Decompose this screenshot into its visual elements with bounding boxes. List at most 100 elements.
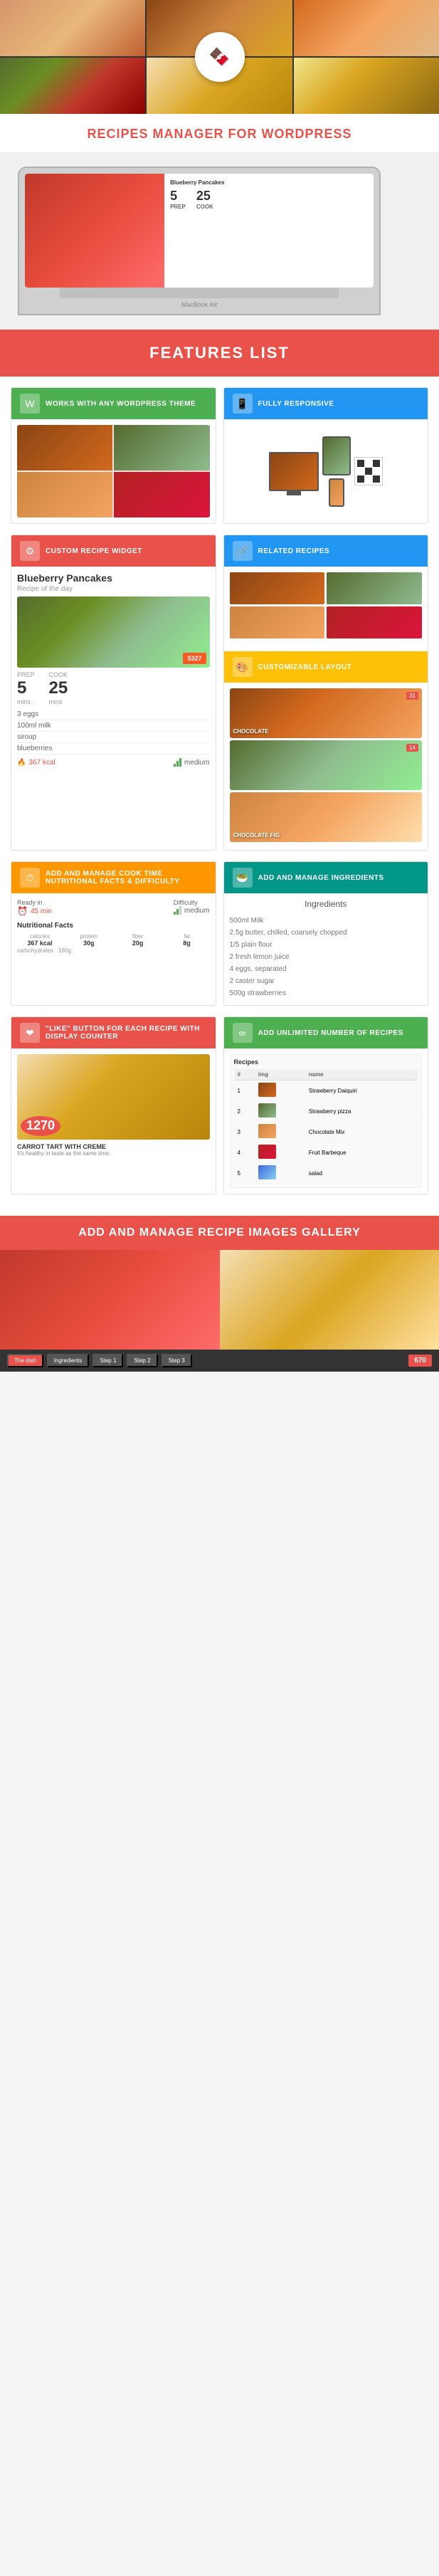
feature-header-responsive: 📱 FULLY RESPONSIVE xyxy=(224,388,428,419)
feature-unlimited-title: ADD UNLIMITED NUMBER OF RECIPES xyxy=(258,1029,403,1037)
nf-fat: fat 8g xyxy=(164,933,210,947)
gallery-nav-step1[interactable]: Step 1 xyxy=(92,1354,123,1367)
wp-img-2 xyxy=(114,425,209,470)
table-head: # img name xyxy=(234,1069,418,1081)
feature-cooktime-title: ADD AND MANAGE COOK TIME NUTRITIONAL FAC… xyxy=(46,870,207,885)
bars-icon xyxy=(174,758,181,767)
recipe-prep: PREP 5 mins xyxy=(17,671,35,705)
gallery-nav-step2[interactable]: Step 2 xyxy=(127,1354,157,1367)
row-name: Strawberry Daiquiri xyxy=(305,1081,418,1101)
feature-row-3: ⏱ ADD AND MANAGE COOK TIME NUTRITIONAL F… xyxy=(11,861,428,1006)
nf-carbs-label: carbohydrates xyxy=(17,947,53,954)
gallery-nav-dish[interactable]: The dish xyxy=(7,1354,43,1367)
chef-icon: 🍫 xyxy=(209,47,231,68)
related-recipe-3 xyxy=(230,606,325,638)
cook-unit: mins xyxy=(49,698,68,705)
nf-calories-value: 367 kcal xyxy=(17,940,63,947)
related-recipe-4 xyxy=(327,606,422,638)
gallery-nav-ingredients[interactable]: Ingredients xyxy=(47,1354,90,1367)
macbook-cook-value: 25 xyxy=(196,189,213,204)
qr-cell xyxy=(357,460,364,467)
related-recipe-1 xyxy=(230,572,325,604)
recipe-card-name: Blueberry Pancakes xyxy=(17,572,210,584)
feature-box-related: 🔗 RELATED RECIPES 🎨 CUSTOMIZABLE LAYOUT xyxy=(223,535,429,851)
hero-image-4 xyxy=(0,58,145,114)
ingredient-2: 100ml milk xyxy=(17,720,210,732)
tart-subtitle: It's healthy in taste as the same time. xyxy=(17,1150,210,1157)
table-row: 1 Strawberry Daiquiri xyxy=(234,1081,418,1101)
thumb-img-1 xyxy=(258,1083,276,1097)
row-thumb xyxy=(255,1081,305,1101)
clock-icon: ⏰ xyxy=(17,906,28,916)
layout-badge-2: 14 xyxy=(406,744,418,752)
row-thumb xyxy=(255,1101,305,1122)
device-phone xyxy=(329,478,344,507)
recipes-table: # img name 1 Strawberry Daiquiri xyxy=(234,1069,418,1184)
feature-box-cooktime: ⏱ ADD AND MANAGE COOK TIME NUTRITIONAL F… xyxy=(11,861,216,1006)
responsive-devices xyxy=(230,425,423,517)
table-row: 5 salad xyxy=(234,1163,418,1184)
tart-like-count: 1270 xyxy=(21,1116,60,1136)
feature-box-wordpress: W WORKS WITH ANY WORDPRESS THEME xyxy=(11,387,216,524)
hero-image-3 xyxy=(294,0,439,56)
prep-value: 5 xyxy=(17,678,35,698)
ing-5: 4 eggs, separated xyxy=(230,963,423,975)
macbook-stats: 5 PREP 25 COOK xyxy=(170,189,368,210)
row-thumb xyxy=(255,1163,305,1184)
feature-layout-content: 31 CHOCOLATE 14 CHOCOLATE FIG xyxy=(224,683,428,850)
ing-2: 2.5g butter, chilled, coarsely chopped xyxy=(230,927,423,939)
layout-item-3: CHOCOLATE FIG xyxy=(230,792,423,842)
nf-fiber: fiber 20g xyxy=(115,933,161,947)
recipe-badge: 5327 xyxy=(183,653,206,664)
custom-layout-preview: 31 CHOCOLATE 14 CHOCOLATE FIG xyxy=(230,688,423,842)
nf-fat-label: fat xyxy=(164,933,210,940)
thumb-img-5 xyxy=(258,1165,276,1179)
gallery-img-left xyxy=(0,1250,220,1350)
macbook-prep-value: 5 xyxy=(170,189,186,204)
row-num: 1 xyxy=(234,1081,255,1101)
table-title: Recipes xyxy=(234,1058,418,1066)
cook-label: COOK xyxy=(49,671,68,678)
nf-fiber-label: fiber xyxy=(115,933,161,940)
ing-4: 2 fresh lemon juice xyxy=(230,951,423,963)
ingredient-4: blueberries xyxy=(17,743,210,755)
recipe-difficulty: medium xyxy=(174,758,210,767)
row-name: Chocolate Mix xyxy=(305,1122,418,1142)
col-img: img xyxy=(255,1069,305,1081)
cook-time-content: Ready in ⏰ 45 min Difficulty xyxy=(17,899,210,916)
ready-in: Ready in ⏰ 45 min xyxy=(17,899,166,916)
ingredients-section-title: Ingredients xyxy=(230,899,423,909)
macbook-label: MacBook Air xyxy=(25,301,374,308)
hero-image-6 xyxy=(294,58,439,114)
recipe-card: Blueberry Pancakes Recipe of the day 532… xyxy=(17,572,210,767)
nf-grid: calories 367 kcal protein 30g fiber 20g xyxy=(17,933,210,947)
ingredients-section: Ingredients 500ml Milk 2.5g butter, chil… xyxy=(224,893,428,1005)
gallery-preview xyxy=(0,1250,439,1350)
gallery-nav-step3[interactable]: Step 3 xyxy=(162,1354,192,1367)
recipe-cook: COOK 25 mins xyxy=(49,671,68,705)
wp-img-1 xyxy=(17,425,112,470)
row-num: 4 xyxy=(234,1142,255,1163)
thumb-img-4 xyxy=(258,1145,276,1159)
recipe-ingredients-list: 3 eggs 100ml milk siroup blueberries xyxy=(17,709,210,755)
ready-label: Ready in xyxy=(17,899,166,906)
device-monitor xyxy=(269,452,319,491)
layout-label-3: CHOCOLATE FIG xyxy=(233,832,280,838)
feature-header-wordpress: W WORKS WITH ANY WORDPRESS THEME xyxy=(11,388,216,419)
layout-item-1: 31 CHOCOLATE xyxy=(230,688,423,738)
macbook-screenshot-right: Blueberry Pancakes 5 PREP 25 COOK xyxy=(164,174,374,288)
nf-calories-label: calories xyxy=(17,933,63,940)
nf-fat-value: 8g xyxy=(164,940,210,947)
macbook-section: Blueberry Pancakes 5 PREP 25 COOK MacBoo… xyxy=(0,152,439,330)
title-section: RECIPES MANAGER FOR WORDPRESS xyxy=(0,114,439,152)
row-name: Strawberry pizza xyxy=(305,1101,418,1122)
recipe-footer: 🔥 367 kcal medium xyxy=(17,758,210,767)
nf-calories: calories 367 kcal xyxy=(17,933,63,947)
prep-label: PREP xyxy=(17,671,35,678)
feature-cooktime-content: Ready in ⏰ 45 min Difficulty xyxy=(11,893,216,960)
qr-cell-white xyxy=(365,460,372,467)
qr-cell xyxy=(357,475,364,483)
feature-header-ingredients: 🥗 ADD AND MANAGE INGREDIENTS xyxy=(224,862,428,893)
cook-value: 25 xyxy=(49,678,68,698)
difficulty-label: Difficulty xyxy=(174,899,210,906)
